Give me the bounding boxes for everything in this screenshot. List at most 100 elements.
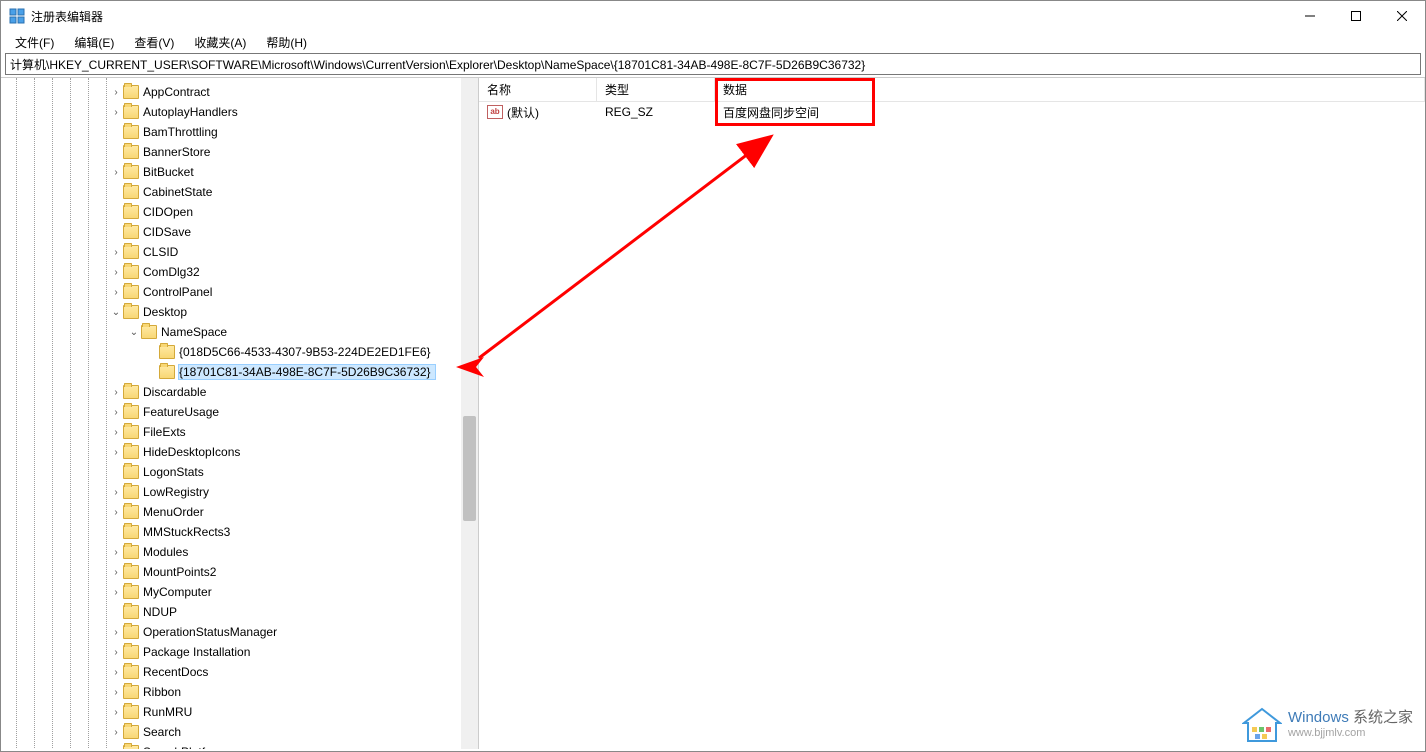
tree-item[interactable]: › RunMRU [1,702,478,722]
chevron-right-icon[interactable]: › [109,507,123,518]
tree-item[interactable]: ›LowRegistry [1,482,478,502]
folder-icon [123,425,139,439]
tree-item[interactable]: ›FileExts [1,422,478,442]
tree-item-label: CIDSave [143,225,195,239]
tree-item-label: RunMRU [143,705,196,719]
tree-item[interactable]: › SearchPlatform [1,742,478,749]
tree-item[interactable]: MMStuckRects3 [1,522,478,542]
tree-item[interactable]: ›OperationStatusManager [1,622,478,642]
tree-item[interactable]: ›RecentDocs [1,662,478,682]
tree-item[interactable]: › Ribbon [1,682,478,702]
chevron-down-icon[interactable]: ⌄ [127,327,141,338]
folder-icon [123,225,139,239]
list-body: ab(默认)REG_SZ百度网盘同步空间 [479,102,1425,122]
chevron-right-icon[interactable]: › [109,487,123,498]
tree-item-label: SearchPlatform [143,745,230,749]
tree-item[interactable]: ⌄Desktop [1,302,478,322]
close-button[interactable] [1379,1,1425,31]
folder-icon [123,585,139,599]
tree-item[interactable]: ›BitBucket [1,162,478,182]
menu-favorites[interactable]: 收藏夹(A) [186,32,254,53]
list-row[interactable]: ab(默认)REG_SZ百度网盘同步空间 [479,102,1425,122]
value-name: (默认) [507,104,539,121]
chevron-right-icon[interactable]: › [109,647,123,658]
folder-icon [123,185,139,199]
tree-item[interactable]: {018D5C66-4533-4307-9B53-224DE2ED1FE6} [1,342,478,362]
tree-item[interactable]: ›Discardable [1,382,478,402]
tree-item[interactable]: LogonStats [1,462,478,482]
tree-item[interactable]: › ControlPanel [1,282,478,302]
chevron-right-icon[interactable]: › [109,707,123,718]
tree-item[interactable]: ›FeatureUsage [1,402,478,422]
column-header-type[interactable]: 类型 [597,78,715,101]
maximize-button[interactable] [1333,1,1379,31]
folder-icon [123,605,139,619]
menu-file[interactable]: 文件(F) [7,32,62,53]
tree-item[interactable]: ⌄NameSpace [1,322,478,342]
tree-item-label: CabinetState [143,185,216,199]
chevron-right-icon[interactable]: › [109,267,123,278]
chevron-right-icon[interactable]: › [109,287,123,298]
tree-scrollbar-thumb[interactable] [463,416,476,521]
chevron-right-icon[interactable]: › [109,87,123,98]
tree-item-label: AutoplayHandlers [143,105,242,119]
tree-item-label: ControlPanel [143,285,216,299]
tree-item[interactable]: ›Modules [1,542,478,562]
tree-item[interactable]: ›HideDesktopIcons [1,442,478,462]
tree-item[interactable]: NDUP [1,602,478,622]
address-bar[interactable]: 计算机\HKEY_CURRENT_USER\SOFTWARE\Microsoft… [5,53,1421,75]
annotation-arrow [469,118,809,368]
tree-item[interactable]: › Package Installation [1,642,478,662]
regedit-icon [9,8,25,24]
tree-item-label: Package Installation [143,645,254,659]
chevron-right-icon[interactable]: › [109,547,123,558]
minimize-button[interactable] [1287,1,1333,31]
tree-item[interactable]: CIDSave [1,222,478,242]
menu-edit[interactable]: 编辑(E) [66,32,122,53]
tree-item-label: MenuOrder [143,505,208,519]
folder-icon [123,125,139,139]
chevron-right-icon[interactable]: › [109,107,123,118]
tree-pane: ›AppContract›AutoplayHandlersBamThrottli… [1,78,479,749]
menu-view[interactable]: 查看(V) [126,32,182,53]
chevron-right-icon[interactable]: › [109,667,123,678]
chevron-right-icon[interactable]: › [109,567,123,578]
chevron-right-icon[interactable]: › [109,427,123,438]
tree-item[interactable]: › MenuOrder [1,502,478,522]
chevron-right-icon[interactable]: › [109,587,123,598]
tree-item-label: ComDlg32 [143,265,204,279]
tree-scrollbar[interactable] [461,78,478,749]
chevron-right-icon[interactable]: › [109,407,123,418]
column-header-data[interactable]: 数据 [715,78,1425,101]
tree-item[interactable]: ›MyComputer [1,582,478,602]
tree-item[interactable]: CabinetState [1,182,478,202]
column-header-name[interactable]: 名称 [479,78,597,101]
address-text: 计算机\HKEY_CURRENT_USER\SOFTWARE\Microsoft… [10,56,865,73]
window-controls [1287,1,1425,31]
folder-icon [123,485,139,499]
tree-item[interactable]: ›MountPoints2 [1,562,478,582]
chevron-down-icon[interactable]: ⌄ [109,307,123,318]
tree-item[interactable]: BamThrottling [1,122,478,142]
chevron-right-icon[interactable]: › [109,727,123,738]
chevron-right-icon[interactable]: › [109,687,123,698]
tree-item[interactable]: ›AppContract [1,82,478,102]
chevron-right-icon[interactable]: › [109,447,123,458]
tree-item[interactable]: ›CLSID [1,242,478,262]
tree-item[interactable]: CIDOpen [1,202,478,222]
tree-item[interactable]: › Search [1,722,478,742]
folder-icon [123,645,139,659]
chevron-right-icon[interactable]: › [109,387,123,398]
tree-item[interactable]: BannerStore [1,142,478,162]
chevron-right-icon[interactable]: › [109,167,123,178]
tree-item-label: Ribbon [143,685,185,699]
tree-item[interactable]: › ComDlg32 [1,262,478,282]
tree-item-label: Search [143,725,185,739]
menu-help[interactable]: 帮助(H) [258,32,315,53]
chevron-right-icon[interactable]: › [109,747,123,750]
tree[interactable]: ›AppContract›AutoplayHandlersBamThrottli… [1,78,478,749]
chevron-right-icon[interactable]: › [109,627,123,638]
chevron-right-icon[interactable]: › [109,247,123,258]
tree-item[interactable]: › AutoplayHandlers [1,102,478,122]
tree-item[interactable]: {18701C81-34AB-498E-8C7F-5D26B9C36732} [1,362,478,382]
